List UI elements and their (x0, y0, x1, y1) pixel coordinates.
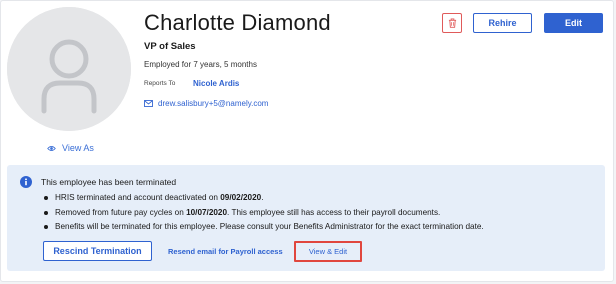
notice-list: HRIS terminated and account deactivated … (41, 193, 484, 237)
eye-icon (47, 145, 56, 151)
info-icon (20, 176, 32, 188)
delete-button[interactable] (442, 13, 462, 33)
trash-icon (448, 18, 456, 28)
edit-button[interactable]: Edit (544, 13, 603, 33)
reports-to-label: Reports To (144, 80, 176, 87)
rehire-button[interactable]: Rehire (473, 13, 532, 33)
default-user-icon (7, 7, 131, 131)
job-title: VP of Sales (144, 41, 196, 52)
email-text: drew.salisbury+5@namely.com (158, 98, 269, 108)
view-as-label: View As (62, 143, 94, 153)
mail-icon (144, 99, 153, 107)
reports-to-link[interactable]: Nicole Ardis (193, 79, 239, 88)
view-edit-link[interactable]: View & Edit (294, 241, 362, 262)
resend-payroll-email-link[interactable]: Resend email for Payroll access (168, 247, 283, 256)
notice-item: Benefits will be terminated for this emp… (41, 222, 484, 237)
termination-notice: This employee has been terminated HRIS t… (7, 165, 605, 271)
notice-item: HRIS terminated and account deactivated … (41, 193, 484, 208)
tenure-text: Employed for 7 years, 5 months (144, 60, 257, 69)
rescind-termination-button[interactable]: Rescind Termination (43, 241, 152, 261)
notice-item: Removed from future pay cycles on 10/07/… (41, 208, 484, 223)
employee-profile-card: View As Charlotte Diamond VP of Sales Em… (0, 0, 614, 282)
avatar (7, 7, 131, 131)
email-link[interactable]: drew.salisbury+5@namely.com (144, 98, 268, 108)
view-as-link[interactable]: View As (47, 141, 94, 155)
employee-name: Charlotte Diamond (144, 10, 331, 35)
notice-title: This employee has been terminated (41, 177, 177, 187)
